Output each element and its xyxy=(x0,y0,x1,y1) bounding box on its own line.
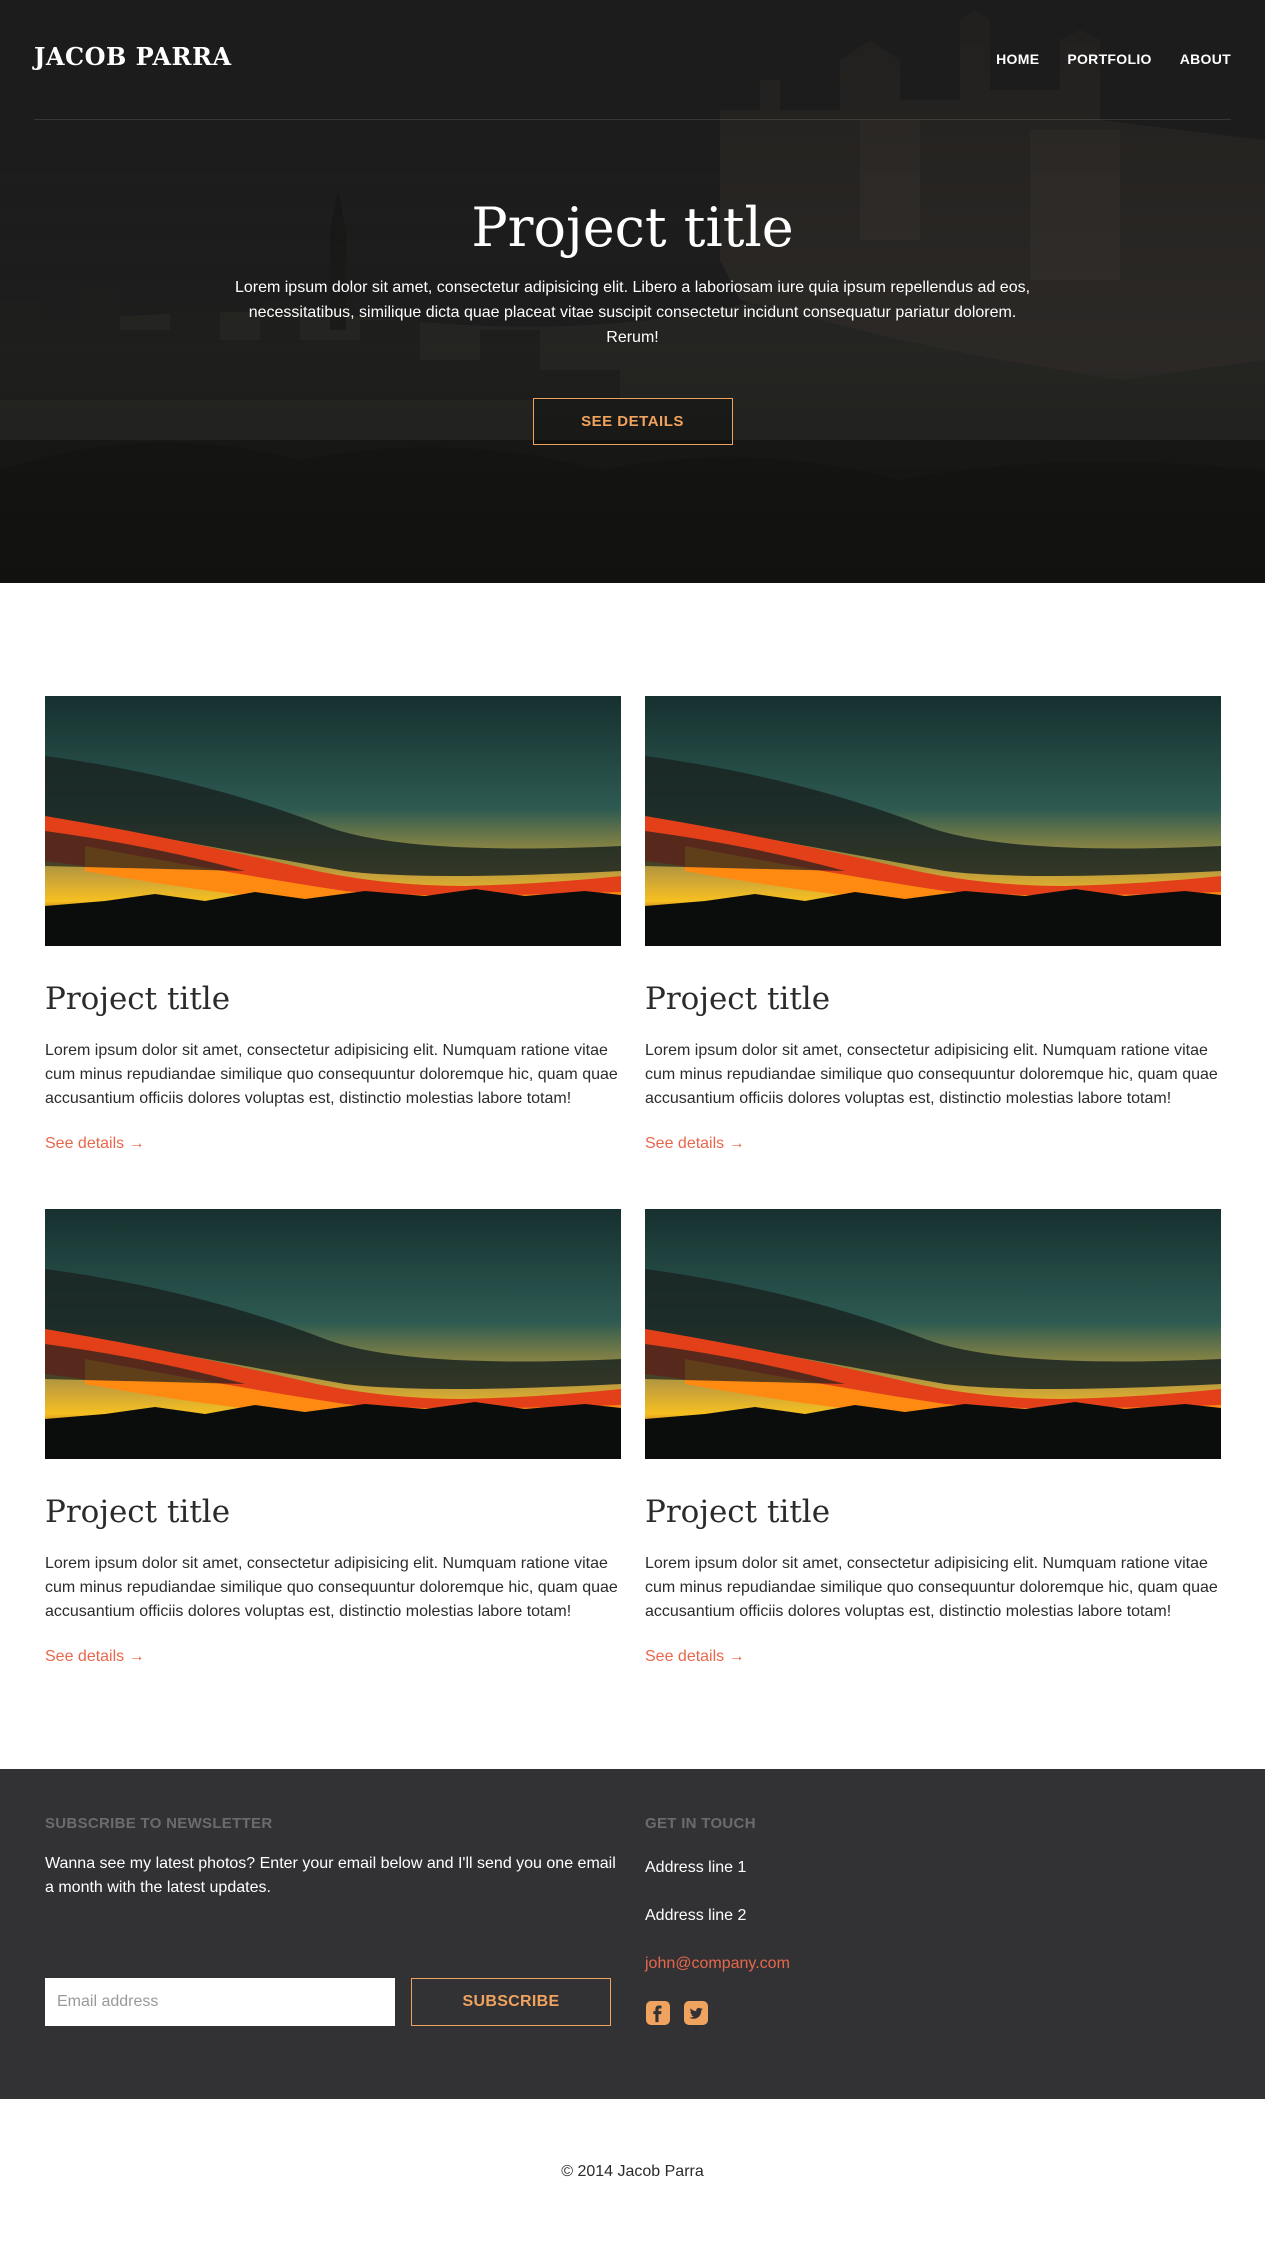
project-card: Project title Lorem ipsum dolor sit amet… xyxy=(45,696,621,1153)
project-card: Project title Lorem ipsum dolor sit amet… xyxy=(645,696,1221,1153)
project-card: Project title Lorem ipsum dolor sit amet… xyxy=(645,1209,1221,1666)
contact-email-link[interactable]: john@company.com xyxy=(645,1955,790,1972)
project-description: Lorem ipsum dolor sit amet, consectetur … xyxy=(645,1042,1218,1107)
project-card: Project title Lorem ipsum dolor sit amet… xyxy=(45,1209,621,1666)
project-image-sunset[interactable] xyxy=(45,696,621,946)
footer: SUBSCRIBE TO NEWSLETTER Wanna see my lat… xyxy=(0,1769,1265,2099)
project-description: Lorem ipsum dolor sit amet, consectetur … xyxy=(645,1555,1218,1620)
top-navigation-bar: JACOB PARRA HOME PORTFOLIO ABOUT xyxy=(34,0,1231,120)
main-nav: HOME PORTFOLIO ABOUT xyxy=(996,51,1231,67)
nav-home[interactable]: HOME xyxy=(996,51,1039,67)
email-input[interactable] xyxy=(45,1978,395,2026)
project-title: Project title xyxy=(45,1494,231,1530)
project-image-sunset[interactable] xyxy=(45,1209,621,1459)
hero-title: Project title xyxy=(471,196,794,259)
see-details-link[interactable]: See details → xyxy=(45,1135,145,1153)
contact-email-row: john@company.com xyxy=(645,1952,1145,1976)
site-logo[interactable]: JACOB PARRA xyxy=(34,42,232,71)
social-links xyxy=(645,2000,1145,2026)
see-details-link[interactable]: See details → xyxy=(45,1648,145,1666)
subscribe-form: SUBSCRIBE xyxy=(45,1978,611,2026)
address-line-2: Address line 2 xyxy=(645,1907,747,1924)
project-description: Lorem ipsum dolor sit amet, consectetur … xyxy=(45,1555,618,1620)
contact-title: GET IN TOUCH xyxy=(645,1815,756,1832)
newsletter-column: SUBSCRIBE TO NEWSLETTER Wanna see my lat… xyxy=(45,1815,625,2055)
subscribe-button[interactable]: SUBSCRIBE xyxy=(411,1978,611,2026)
project-image-sunset[interactable] xyxy=(645,1209,1221,1459)
newsletter-text: Wanna see my latest photos? Enter your e… xyxy=(45,1855,616,1896)
facebook-icon[interactable] xyxy=(645,2000,671,2026)
hero-section: JACOB PARRA HOME PORTFOLIO ABOUT Project… xyxy=(0,0,1265,583)
nav-portfolio[interactable]: PORTFOLIO xyxy=(1067,51,1151,67)
nav-about[interactable]: ABOUT xyxy=(1180,51,1231,67)
address-line-1: Address line 1 xyxy=(645,1859,747,1876)
project-image-sunset[interactable] xyxy=(645,696,1221,946)
copyright-bar: © 2014 Jacob Parra xyxy=(0,2099,1265,2260)
contact-column: GET IN TOUCH Address line 1 Address line… xyxy=(645,1815,1145,2026)
copyright-text: © 2014 Jacob Parra xyxy=(561,2163,704,2180)
hero-description: Lorem ipsum dolor sit amet, consectetur … xyxy=(234,279,1031,346)
project-title: Project title xyxy=(645,981,831,1017)
see-details-link[interactable]: See details → xyxy=(645,1648,745,1666)
see-details-button[interactable]: SEE DETAILS xyxy=(532,398,733,445)
projects-section: Project title Lorem ipsum dolor sit amet… xyxy=(0,583,1265,1769)
project-title: Project title xyxy=(645,1494,831,1530)
newsletter-title: SUBSCRIBE TO NEWSLETTER xyxy=(45,1815,273,1832)
twitter-icon[interactable] xyxy=(683,2000,709,2026)
hero-content: Project title Lorem ipsum dolor sit amet… xyxy=(0,195,1265,445)
project-description: Lorem ipsum dolor sit amet, consectetur … xyxy=(45,1042,618,1107)
project-title: Project title xyxy=(45,981,231,1017)
see-details-link[interactable]: See details → xyxy=(645,1135,745,1153)
